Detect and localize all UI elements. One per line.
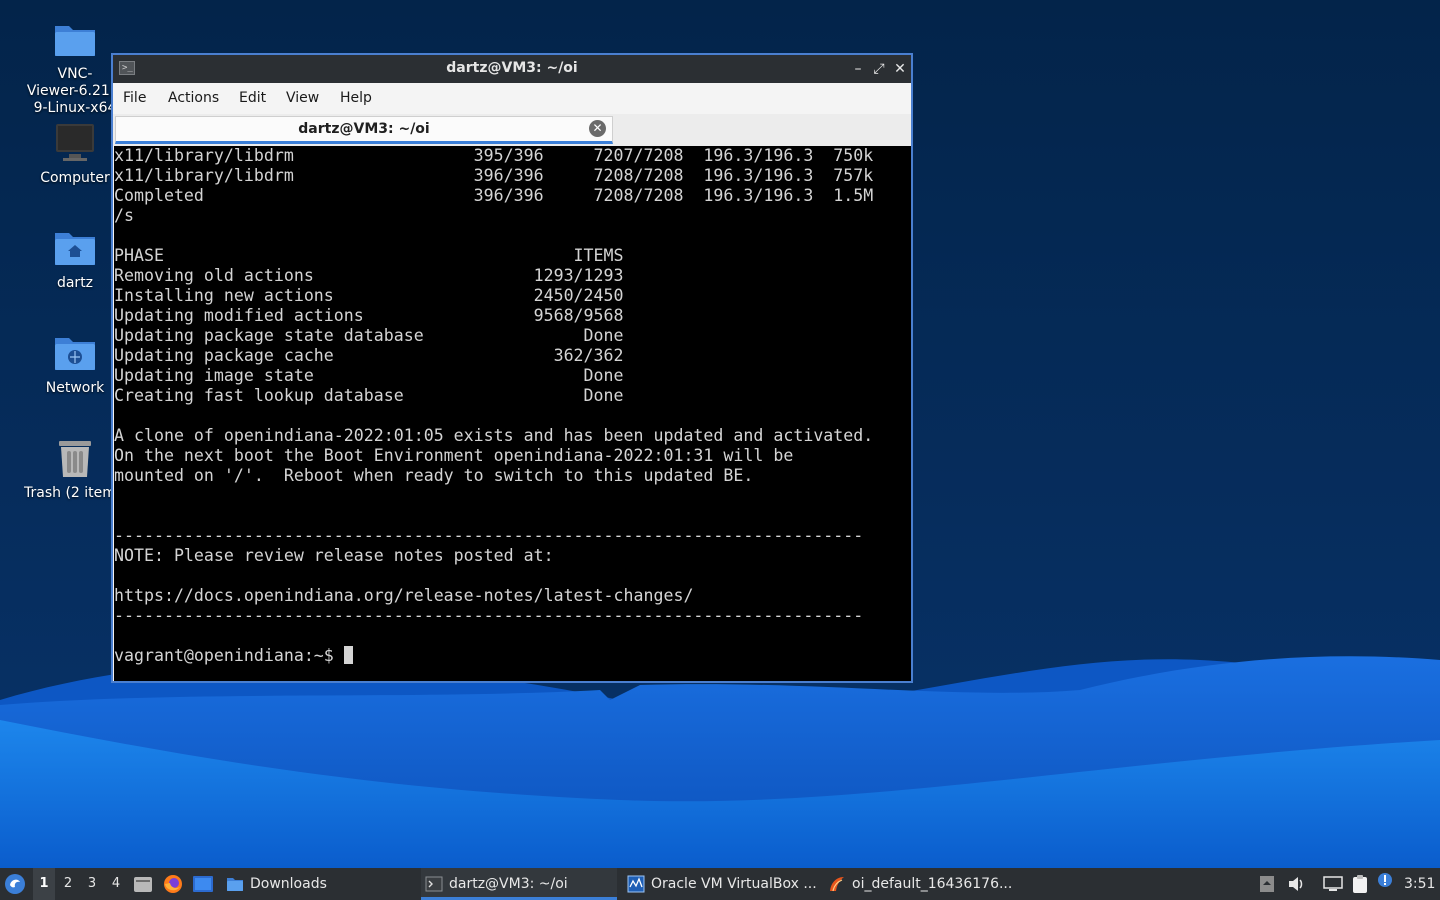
terminal-line: ----------------------------------------… xyxy=(114,606,864,625)
clock[interactable]: 3:51 xyxy=(1404,868,1438,900)
clipboard-icon xyxy=(1353,875,1367,893)
virtualbox-icon xyxy=(627,875,645,893)
folder-icon xyxy=(55,26,95,56)
terminal-line: x11/library/libdrm 395/396 7207/7208 196… xyxy=(114,146,874,165)
terminal-cursor xyxy=(343,646,353,664)
tab-close-icon[interactable]: ✕ xyxy=(589,120,606,137)
openindiana-logo-icon xyxy=(5,874,25,894)
menu-actions[interactable]: Actions xyxy=(168,90,219,106)
terminal-line: Removing old actions 1293/1293 xyxy=(114,266,624,285)
terminal-line: PHASE ITEMS xyxy=(114,246,624,265)
maximize-button[interactable]: ⤢ xyxy=(870,60,888,78)
firefox-launcher[interactable] xyxy=(163,868,185,900)
task-label: Oracle VM VirtualBox ... xyxy=(651,876,817,892)
terminal-line: A clone of openindiana-2022:01:05 exists… xyxy=(114,426,874,445)
menu-view[interactable]: View xyxy=(286,90,319,106)
image-viewer-icon xyxy=(830,877,844,892)
software-update-icon xyxy=(1260,876,1274,892)
taskbar-task-terminal[interactable]: dartz@VM3: ~/oi xyxy=(421,868,617,900)
home-folder-icon xyxy=(55,233,95,265)
network-icon xyxy=(1323,876,1343,891)
tray-volume[interactable] xyxy=(1286,868,1306,900)
tray-notifications[interactable] xyxy=(1375,868,1395,900)
volume-icon xyxy=(1289,877,1303,891)
trash-icon xyxy=(59,441,91,477)
terminal-line: NOTE: Please review release notes posted… xyxy=(114,546,554,565)
window-title: dartz@VM3: ~/oi xyxy=(446,60,578,76)
terminal-line: ----------------------------------------… xyxy=(114,526,864,545)
menu-help[interactable]: Help xyxy=(340,90,372,106)
terminal-line: Updating image state Done xyxy=(114,366,624,385)
file-manager-launcher[interactable] xyxy=(133,868,155,900)
tab-bar: dartz@VM3: ~/oi ✕ xyxy=(113,114,911,146)
tab-title: dartz@VM3: ~/oi xyxy=(298,121,430,137)
desktop-launcher[interactable] xyxy=(193,868,215,900)
tray-clipboard[interactable] xyxy=(1350,868,1370,900)
minimize-button[interactable]: – xyxy=(849,60,867,78)
desktop-icon-label: Trash (2 items) xyxy=(24,485,114,501)
file-manager-icon xyxy=(134,877,152,892)
workspace-3[interactable]: 3 xyxy=(81,868,103,900)
menu-file[interactable]: File xyxy=(123,90,146,106)
terminal-line: vagrant@openindiana:~$ xyxy=(114,646,911,666)
notification-icon xyxy=(1378,873,1392,887)
task-label: Downloads xyxy=(250,876,327,892)
terminal-line: https://docs.openindiana.org/release-not… xyxy=(114,586,694,605)
workspace-2[interactable]: 2 xyxy=(57,868,79,900)
firefox-icon xyxy=(164,875,182,893)
tray-updates[interactable] xyxy=(1257,868,1277,900)
window-titlebar[interactable]: >_ dartz@VM3: ~/oi – ⤢ ✕ xyxy=(113,55,911,83)
folder-icon xyxy=(227,878,243,891)
show-desktop-icon xyxy=(193,876,213,892)
terminal-line: Updating package state database Done xyxy=(114,326,624,345)
start-menu-button[interactable] xyxy=(4,868,28,900)
terminal-window[interactable]: >_ dartz@VM3: ~/oi – ⤢ ✕ File Actions Ed… xyxy=(111,53,913,683)
terminal-line: /s xyxy=(114,206,134,225)
taskbar-task-downloads[interactable]: Downloads xyxy=(222,868,412,900)
network-folder-icon xyxy=(55,338,95,370)
terminal-line: mounted on '/'. Reboot when ready to swi… xyxy=(114,466,754,485)
terminal-line: Updating package cache 362/362 xyxy=(114,346,624,365)
terminal-line: Completed 396/396 7208/7208 196.3/196.3 … xyxy=(114,186,874,205)
computer-icon xyxy=(56,124,94,161)
terminal-line: Creating fast lookup database Done xyxy=(114,386,624,405)
terminal-line: On the next boot the Boot Environment op… xyxy=(114,446,794,465)
taskbar-task-virtualbox[interactable]: Oracle VM VirtualBox ... xyxy=(623,868,821,900)
taskbar: 1 2 3 4 Downloads dartz@VM3: ~/oi Oracle… xyxy=(0,868,1440,900)
taskbar-task-image-viewer[interactable]: oi_default_16436176... xyxy=(824,868,1024,900)
task-label: dartz@VM3: ~/oi xyxy=(449,876,568,892)
menu-edit[interactable]: Edit xyxy=(239,90,266,106)
tray-network[interactable] xyxy=(1323,868,1343,900)
workspace-1[interactable]: 1 xyxy=(33,868,55,900)
terminal-icon xyxy=(425,876,443,892)
terminal-output[interactable]: x11/library/libdrm 395/396 7207/7208 196… xyxy=(114,146,911,681)
terminal-line: Updating modified actions 9568/9568 xyxy=(114,306,624,325)
terminal-line: x11/library/libdrm 396/396 7208/7208 196… xyxy=(114,166,874,185)
workspace-4[interactable]: 4 xyxy=(105,868,127,900)
task-label: oi_default_16436176... xyxy=(852,876,1013,892)
terminal-tab[interactable]: dartz@VM3: ~/oi ✕ xyxy=(115,116,613,144)
close-button[interactable]: ✕ xyxy=(891,60,909,78)
menubar: File Actions Edit View Help xyxy=(113,83,911,114)
terminal-line: Installing new actions 2450/2450 xyxy=(114,286,624,305)
